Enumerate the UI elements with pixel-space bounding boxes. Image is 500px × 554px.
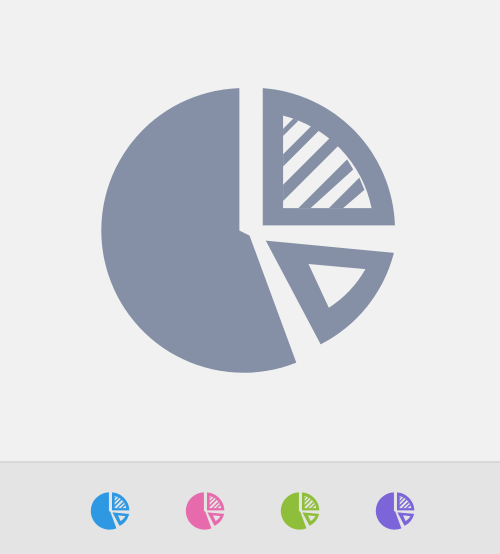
icon-preview-canvas: [0, 0, 500, 554]
pie-chart-icon-purple: [375, 491, 415, 531]
pie-chart-icon-blue: [90, 491, 130, 531]
pie-chart-icon: [95, 78, 400, 383]
pie-chart-icon-green: [280, 491, 320, 531]
color-variants-bar: [0, 463, 500, 554]
pie-chart-icon-pink: [185, 491, 225, 531]
main-preview-area: [0, 0, 500, 461]
